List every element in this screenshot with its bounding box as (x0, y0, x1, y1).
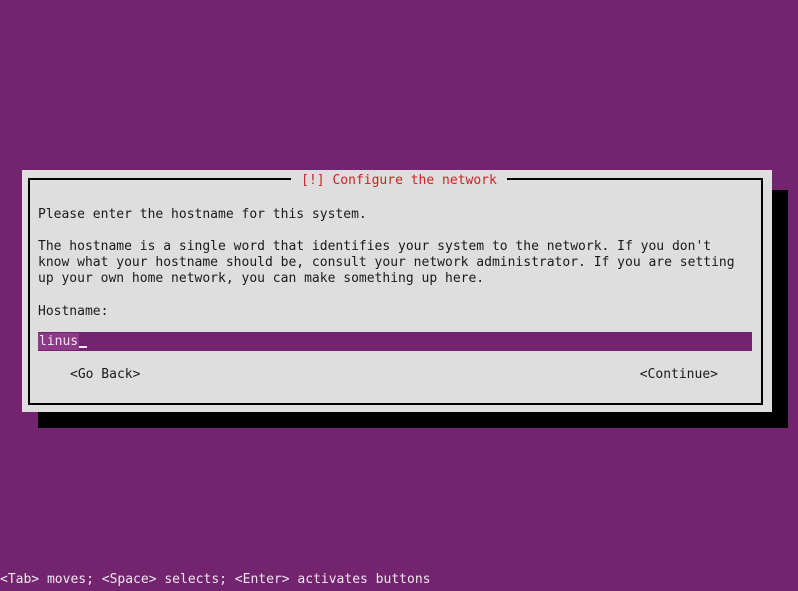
hostname-input[interactable]: ________________________________________… (38, 332, 752, 351)
dialog-content: Please enter the hostname for this syste… (38, 186, 754, 320)
installer-screen: [!] Configure the network Please enter t… (0, 0, 798, 591)
intro-paragraph: Please enter the hostname for this syste… (38, 207, 754, 223)
dialog-title-text: [!] Configure the network (291, 173, 507, 188)
description-line-1: The hostname is a single word that ident… (38, 239, 712, 254)
description-paragraph: The hostname is a single word that ident… (38, 239, 754, 287)
hostname-input-fill: ________________________________________… (38, 343, 727, 351)
text-cursor (79, 333, 87, 350)
description-line-2: know what your hostname should be, consu… (38, 255, 735, 270)
hostname-input-value: linus (38, 333, 80, 350)
status-bar: <Tab> moves; <Space> selects; <Enter> ac… (0, 569, 798, 591)
hostname-label-row: Hostname: (38, 304, 754, 320)
dialog-title: [!] Configure the network (0, 173, 798, 189)
hostname-label: Hostname: (38, 304, 109, 319)
dialog-button-row: <Go Back> <Continue> (38, 366, 754, 384)
go-back-button[interactable]: <Go Back> (70, 366, 140, 384)
intro-text: Please enter the hostname for this syste… (38, 207, 367, 222)
description-line-3: up your own home network, you can make s… (38, 271, 485, 286)
continue-button[interactable]: <Continue> (640, 366, 718, 384)
